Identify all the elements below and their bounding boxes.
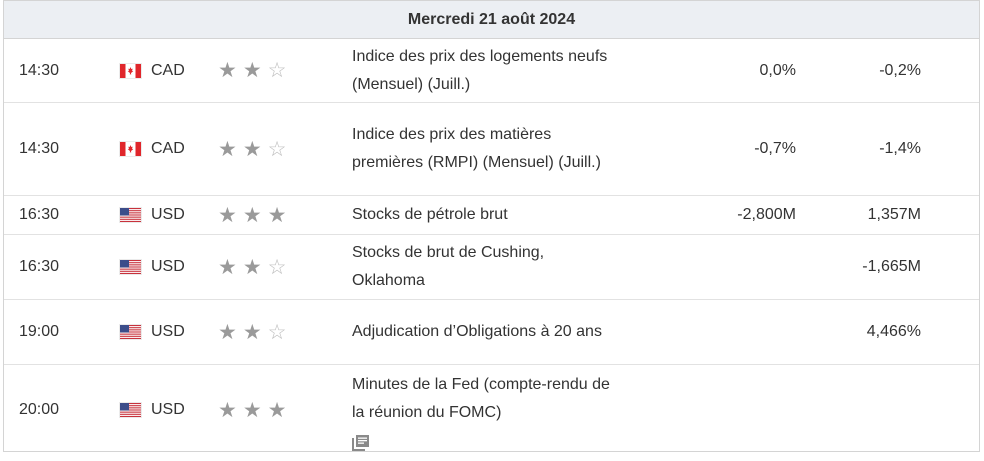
- star-filled-icon: ★: [218, 203, 237, 227]
- importance-stars: ★ ★ ☆: [218, 300, 292, 364]
- star-filled-icon: ★: [267, 398, 287, 422]
- event-name[interactable]: Indice des prix des matières premières (…: [352, 103, 614, 195]
- date-header: Mercredi 21 août 2024: [4, 1, 979, 39]
- currency-label: USD: [151, 323, 185, 340]
- event-time: 20:00: [19, 401, 60, 418]
- event-time: 14:30: [19, 61, 60, 79]
- star-filled-icon: ★: [267, 203, 287, 227]
- event-name[interactable]: Adjudication d’Obligations à 20 ans: [352, 300, 614, 364]
- usa-flag-icon: [120, 325, 141, 339]
- event-actual: -2,800M: [737, 206, 796, 223]
- event-previous: 1,357M: [867, 206, 921, 223]
- event-name[interactable]: Minutes de la Fed (compte-rendu de la ré…: [352, 365, 614, 455]
- event-time: 14:30: [19, 140, 60, 157]
- event-previous: 4,466%: [866, 323, 921, 340]
- importance-stars: ★ ★ ☆: [218, 235, 292, 299]
- usa-flag-icon: [120, 208, 141, 222]
- currency-label: USD: [151, 206, 185, 223]
- star-empty-icon: ☆: [267, 59, 287, 82]
- event-actual: 0,0%: [759, 61, 796, 79]
- event-title[interactable]: Minutes de la Fed (compte-rendu de la ré…: [352, 371, 614, 427]
- event-row[interactable]: 16:30 USD ★ ★ ☆ Stocks de brut de Cushing,…: [4, 235, 979, 300]
- star-filled-icon: ★: [218, 59, 237, 82]
- event-currency: USD: [120, 196, 185, 234]
- event-title[interactable]: Stocks de pétrole brut: [352, 201, 508, 229]
- event-previous: -1,665M: [862, 258, 921, 275]
- star-filled-icon: ★: [242, 59, 262, 82]
- importance-stars: ★ ★ ☆: [218, 103, 292, 195]
- currency-label: CAD: [151, 140, 185, 157]
- event-actual: [656, 235, 796, 299]
- star-empty-icon: ☆: [267, 255, 287, 279]
- star-empty-icon: ☆: [267, 137, 287, 161]
- event-name[interactable]: Stocks de brut de Cushing, Oklahoma: [352, 235, 614, 299]
- event-time: 19:00: [19, 323, 60, 340]
- event-time: 16:30: [19, 258, 60, 275]
- event-currency: CAD: [120, 39, 185, 102]
- star-filled-icon: ★: [218, 137, 237, 161]
- report-document-icon[interactable]: [352, 433, 370, 451]
- event-title[interactable]: Stocks de brut de Cushing, Oklahoma: [352, 239, 614, 295]
- economic-calendar: Mercredi 21 août 2024 14:30 CAD ★ ★ ☆ Indi…: [3, 0, 980, 452]
- star-filled-icon: ★: [218, 320, 237, 344]
- event-previous: [781, 365, 921, 455]
- event-row[interactable]: 14:30 CAD ★ ★ ☆ Indice des prix des matièr…: [4, 103, 979, 196]
- event-actual: [656, 300, 796, 364]
- event-row[interactable]: 20:00 USD ★ ★ ★ Minutes de la Fed (compte-…: [4, 365, 979, 455]
- event-actual: [656, 365, 796, 455]
- star-filled-icon: ★: [218, 398, 237, 422]
- star-filled-icon: ★: [242, 320, 262, 344]
- event-previous: -0,2%: [879, 61, 921, 79]
- event-currency: CAD: [120, 103, 185, 195]
- importance-stars: ★ ★ ★: [218, 365, 292, 455]
- event-actual: -0,7%: [754, 140, 796, 157]
- event-previous: -1,4%: [879, 140, 921, 157]
- star-filled-icon: ★: [218, 255, 237, 279]
- star-filled-icon: ★: [242, 203, 262, 227]
- event-title[interactable]: Indice des prix des logements neufs (Men…: [352, 43, 614, 99]
- event-row[interactable]: 19:00 USD ★ ★ ☆ Adjudication d’Obligations…: [4, 300, 979, 365]
- event-currency: USD: [120, 365, 185, 455]
- canada-flag-icon: [120, 142, 141, 156]
- canada-flag-icon: [120, 63, 141, 78]
- star-empty-icon: ☆: [267, 320, 287, 344]
- currency-label: USD: [151, 401, 185, 418]
- currency-label: CAD: [151, 61, 185, 79]
- star-filled-icon: ★: [242, 255, 262, 279]
- usa-flag-icon: [120, 403, 141, 417]
- event-row[interactable]: 16:30 USD ★ ★ ★ Stocks de pétrole brut -2,…: [4, 196, 979, 235]
- star-filled-icon: ★: [242, 398, 262, 422]
- usa-flag-icon: [120, 260, 141, 274]
- event-name[interactable]: Stocks de pétrole brut: [352, 196, 614, 234]
- currency-label: USD: [151, 258, 185, 275]
- event-currency: USD: [120, 300, 185, 364]
- event-title[interactable]: Indice des prix des matières premières (…: [352, 121, 614, 177]
- event-time: 16:30: [19, 206, 60, 223]
- importance-stars: ★ ★ ★: [218, 196, 292, 234]
- event-row[interactable]: 14:30 CAD ★ ★ ☆ Indice des prix des logeme…: [4, 39, 979, 103]
- event-currency: USD: [120, 235, 185, 299]
- event-name[interactable]: Indice des prix des logements neufs (Men…: [352, 39, 614, 102]
- event-title[interactable]: Adjudication d’Obligations à 20 ans: [352, 318, 602, 346]
- star-filled-icon: ★: [242, 137, 262, 161]
- importance-stars: ★ ★ ☆: [218, 39, 292, 102]
